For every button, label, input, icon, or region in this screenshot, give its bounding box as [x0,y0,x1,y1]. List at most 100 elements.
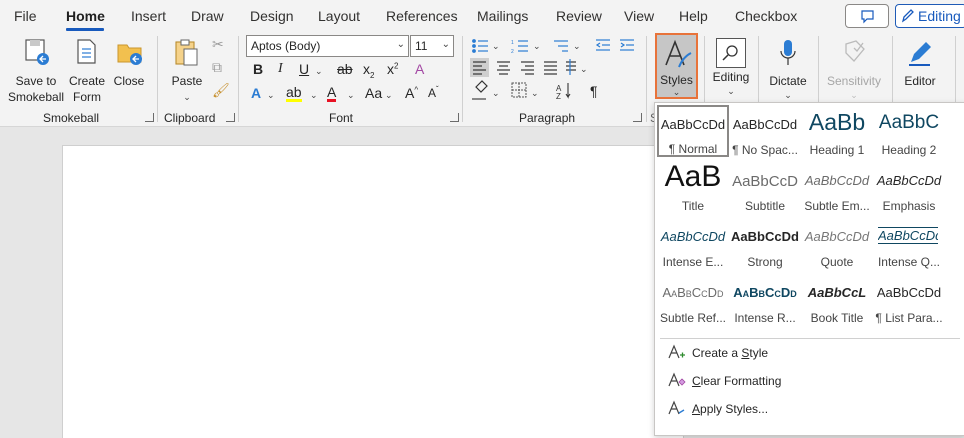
create-label-1: Create [68,74,106,88]
style-list-paragraph[interactable]: AaBbCcDd ¶ List Para... [873,275,945,327]
sensitivity-button[interactable]: Sensitivity ⌄ [822,36,886,102]
tab-file[interactable]: File [14,8,37,24]
document-page[interactable] [62,145,684,438]
menu-bar: File Home Insert Draw Design Layout Refe… [0,0,964,32]
change-case-button[interactable]: Aa [365,85,382,101]
italic-button[interactable]: I [278,61,283,77]
tab-insert[interactable]: Insert [131,8,166,24]
font-color-dropdown-icon[interactable]: ⌄ [347,90,355,101]
apply-styles-command[interactable]: Apply Styles... [692,402,768,416]
paste-button[interactable]: Paste ⌄ [166,36,208,106]
tab-home[interactable]: Home [66,8,105,24]
font-launcher-icon[interactable] [450,113,459,122]
superscript-button[interactable]: x2 [387,61,398,77]
multilevel-dropdown-icon[interactable]: ⌄ [573,41,581,52]
style-intense-reference[interactable]: AaBbCcDd Intense R... [729,275,801,327]
sensitivity-label: Sensitivity [826,74,882,88]
save-to-smokeball-button[interactable]: Save to Smokeball [8,36,64,106]
show-marks-button[interactable]: ¶ [590,83,598,99]
editor-label: Editor [904,74,936,88]
numbering-dropdown-icon[interactable]: ⌄ [533,41,541,52]
style-normal[interactable]: AaBbCcDd ¶ Normal [657,105,729,157]
style-subtle-reference[interactable]: AaBbCcDd Subtle Ref... [657,275,729,327]
editing-dropdown-icon: ⌄ [727,86,735,96]
style-heading-2[interactable]: AaBbC Heading 2 [873,107,945,159]
style-preview: AaBbCcDd [804,173,870,188]
apply-styles-accel: A [692,402,701,416]
tab-view[interactable]: View [624,8,654,24]
dictate-button[interactable]: Dictate ⌄ [764,36,812,102]
style-strong[interactable]: AaBbCcDd Strong [729,219,801,271]
tab-review[interactable]: Review [556,8,602,24]
line-spacing-dropdown-icon[interactable]: ⌄ [580,64,588,75]
find-icon [716,38,746,68]
clear-formatting-icon [668,372,686,387]
font-color-button[interactable]: A [327,85,337,102]
multilevel-list-icon [554,40,568,52]
style-name: Title [681,199,705,213]
highlight-dropdown-icon[interactable]: ⌄ [310,90,318,101]
editing-mode-button[interactable]: Editing [895,4,964,28]
borders-dropdown-icon[interactable]: ⌄ [531,88,539,99]
subscript-button[interactable]: x2 [363,61,374,80]
editing-button[interactable]: Editing ⌄ [708,36,754,102]
style-name: Book Title [810,311,864,325]
cut-icon[interactable]: ✂ [212,36,224,53]
style-subtle-emphasis[interactable]: AaBbCcDd Subtle Em... [801,163,873,215]
style-intense-quote[interactable]: AaBbCcDd Intense Q... [873,219,945,271]
font-size-select[interactable]: 11 ⌄ [410,35,454,57]
paragraph-group-label: Paragraph [519,111,576,125]
styles-button[interactable]: Styles ⌄ [655,33,698,99]
shading-dropdown-icon[interactable]: ⌄ [492,88,500,99]
style-quote[interactable]: AaBbCcDd Quote [801,219,873,271]
style-heading-1[interactable]: AaBb Heading 1 [801,107,873,159]
create-style-command[interactable]: Create a Style [692,346,768,360]
svg-text:1: 1 [511,40,514,46]
strikethrough-button[interactable]: ab [337,61,353,77]
create-form-button[interactable]: Create Form [66,36,108,106]
grow-font-label: A [405,85,415,101]
style-name: Subtitle [744,199,786,213]
comments-button[interactable] [845,4,889,28]
style-emphasis[interactable]: AaBbCcDd Emphasis [873,163,945,215]
style-intense-emphasis[interactable]: AaBbCcDd Intense E... [657,219,729,271]
style-subtitle[interactable]: AaBbCcD Subtitle [729,163,801,215]
copy-icon[interactable]: ⧉ [212,59,222,76]
clipboard-launcher-icon[interactable] [226,113,235,122]
tab-design[interactable]: Design [250,8,294,24]
format-painter-icon[interactable]: 🖌 [212,82,230,99]
paste-dropdown-icon[interactable]: ⌄ [166,92,208,103]
tab-help[interactable]: Help [679,8,708,24]
style-book-title[interactable]: AaBbCcL Book Title [801,275,873,327]
tab-references[interactable]: References [386,8,458,24]
folder-icon [117,44,142,65]
font-size-value: 11 [415,39,428,53]
underline-dropdown-icon[interactable]: ⌄ [315,66,323,77]
text-effects-dropdown-icon[interactable]: ⌄ [267,90,275,101]
editor-button[interactable]: Editor [898,36,942,102]
shrink-font-button[interactable]: Aˇ [428,85,439,100]
style-no-spacing[interactable]: AaBbCcDd ¶ No Spac... [729,107,801,159]
svg-text:Z: Z [556,92,561,101]
underline-button[interactable]: U [299,61,309,77]
smokeball-launcher-icon[interactable] [145,113,154,122]
tab-draw[interactable]: Draw [191,8,224,24]
apply-styles-icon [668,400,685,415]
tab-checkbox[interactable]: Checkbox [735,8,797,24]
text-effects-button[interactable]: A [251,85,261,101]
close-button[interactable]: Close [110,36,148,106]
bullets-dropdown-icon[interactable]: ⌄ [492,41,500,52]
clear-formatting-command[interactable]: Clear Formatting [692,374,781,388]
change-case-dropdown-icon[interactable]: ⌄ [385,90,393,101]
font-name-select[interactable]: Aptos (Body) ⌄ [246,35,409,57]
highlight-button[interactable]: ab [286,85,302,102]
grow-font-button[interactable]: A^ [405,85,418,101]
bold-button[interactable]: B [253,61,263,77]
tab-layout[interactable]: Layout [318,8,360,24]
paragraph-launcher-icon[interactable] [633,113,642,122]
tab-mailings[interactable]: Mailings [477,8,528,24]
group-divider [646,36,647,122]
style-title[interactable]: AaB Title [657,163,729,215]
clear-formatting-icon[interactable]: A [415,61,424,77]
sensitivity-dropdown-icon: ⌄ [850,90,858,100]
